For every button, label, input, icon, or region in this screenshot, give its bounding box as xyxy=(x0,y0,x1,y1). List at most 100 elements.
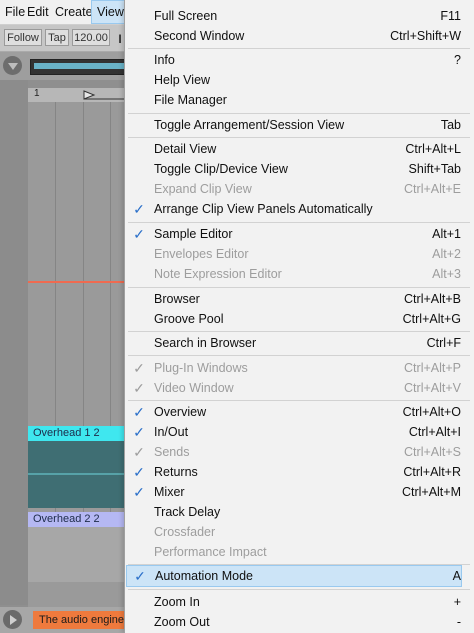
menu-item-zoom-in[interactable]: Zoom In + xyxy=(126,592,461,612)
waveform-icon xyxy=(28,473,126,475)
menu-item-shortcut: Ctrl+Alt+V xyxy=(404,381,461,395)
menu-item-shortcut: Ctrl+Alt+I xyxy=(408,425,461,439)
menu-item-label: Crossfader xyxy=(154,525,216,539)
menu-item-label: Overview xyxy=(154,405,207,419)
checkmark-icon: ✓ xyxy=(133,360,145,376)
checkmark-icon: ✓ xyxy=(133,424,145,440)
clip-waveform-overhead-1[interactable] xyxy=(28,441,126,508)
menu-item-label: Browser xyxy=(154,292,200,306)
menu-item-label: Detail View xyxy=(154,142,217,156)
menu-separator xyxy=(128,400,470,401)
menu-item-sample-editor[interactable]: ✓ Sample Editor Alt+1 xyxy=(126,224,461,244)
menu-item-shortcut: Ctrl+Alt+R xyxy=(403,465,461,479)
menu-separator xyxy=(128,48,470,49)
menu-item-expand-clip-view: Expand Clip View Ctrl+Alt+E xyxy=(126,179,461,199)
play-triangle-icon xyxy=(10,615,17,625)
menu-item-label: Note Expression Editor xyxy=(154,267,282,281)
checkmark-icon: ✓ xyxy=(133,226,145,242)
menu-item-toggle-clip-device[interactable]: Toggle Clip/Device View Shift+Tab xyxy=(126,159,461,179)
menu-item-sends: ✓ Sends Ctrl+Alt+S xyxy=(126,442,461,462)
menu-item-label: Returns xyxy=(154,465,198,479)
menu-separator xyxy=(128,113,470,114)
menu-item-automation-mode[interactable]: ✓ Automation Mode A xyxy=(126,565,462,587)
menu-item-label: Search in Browser xyxy=(154,336,257,350)
menu-item-label: Video Window xyxy=(154,381,234,395)
menu-item-toggle-arrangement-session[interactable]: Toggle Arrangement/Session View Tab xyxy=(126,115,461,135)
menu-item-shortcut: Ctrl+Alt+S xyxy=(404,445,461,459)
menu-item-label: In/Out xyxy=(154,425,189,439)
menu-item-label: Zoom Out xyxy=(154,615,210,629)
menu-separator xyxy=(128,287,470,288)
menu-item-performance-impact: Performance Impact xyxy=(126,542,461,562)
menu-item-shortcut: Ctrl+Alt+B xyxy=(404,292,461,306)
checkmark-icon: ✓ xyxy=(133,484,145,500)
menu-item-label: Help View xyxy=(154,73,211,87)
menu-item-in-out[interactable]: ✓ In/Out Ctrl+Alt+I xyxy=(126,422,461,442)
menu-item-shortcut: Ctrl+Alt+L xyxy=(405,142,461,156)
menu-item-plugin-windows: ✓ Plug-In Windows Ctrl+Alt+P xyxy=(126,358,461,378)
menu-item-search-in-browser[interactable]: Search in Browser Ctrl+F xyxy=(126,333,461,353)
menu-item-shortcut: Tab xyxy=(440,118,461,132)
menu-item-label: Sample Editor xyxy=(154,227,233,241)
menu-item-shortcut: - xyxy=(456,615,461,629)
menu-item-shortcut: Ctrl+F xyxy=(426,336,461,350)
menu-item-video-window: ✓ Video Window Ctrl+Alt+V xyxy=(126,378,461,398)
menu-item-label: Arrange Clip View Panels Automatically xyxy=(154,202,373,216)
menu-item-full-screen[interactable]: Full Screen F11 xyxy=(126,6,461,26)
menu-item-shortcut: A xyxy=(452,569,461,583)
menu-item-shortcut: Ctrl+Alt+E xyxy=(404,182,461,196)
beat-ruler[interactable]: 1 xyxy=(28,88,128,102)
menu-separator xyxy=(128,331,470,332)
menu-item-shortcut: Alt+1 xyxy=(432,227,461,241)
tap-tempo-button[interactable]: Tap xyxy=(45,29,69,46)
menu-separator xyxy=(128,355,470,356)
menu-item-second-window[interactable]: Second Window Ctrl+Shift+W xyxy=(126,26,461,46)
menu-item-label: Expand Clip View xyxy=(154,182,252,196)
menu-item-shortcut: Ctrl+Alt+O xyxy=(402,405,461,419)
menu-item-file-manager[interactable]: File Manager xyxy=(126,90,461,110)
menu-item-shortcut: Ctrl+Shift+W xyxy=(390,29,461,43)
menu-item-shortcut: Alt+3 xyxy=(432,267,461,281)
menu-separator xyxy=(128,564,470,565)
menu-item-groove-pool[interactable]: Groove Pool Ctrl+Alt+G xyxy=(126,309,461,329)
checkmark-icon: ✓ xyxy=(133,404,145,420)
menu-item-label: Zoom In xyxy=(154,595,200,609)
menu-item-info[interactable]: Info ? xyxy=(126,50,461,70)
menu-item-label: Groove Pool xyxy=(154,312,224,326)
menu-item-label: Plug-In Windows xyxy=(154,361,248,375)
menu-item-label: Mixer xyxy=(154,485,185,499)
menu-item-mixer[interactable]: ✓ Mixer Ctrl+Alt+M xyxy=(126,482,461,502)
menu-item-label: Second Window xyxy=(154,29,245,43)
checkmark-icon: ✓ xyxy=(133,380,145,396)
menu-item-returns[interactable]: ✓ Returns Ctrl+Alt+R xyxy=(126,462,461,482)
menu-item-shortcut: Ctrl+Alt+P xyxy=(404,361,461,375)
menu-item-shortcut: + xyxy=(453,595,461,609)
menu-item-shortcut: Ctrl+Alt+G xyxy=(402,312,461,326)
menu-item-label: Toggle Clip/Device View xyxy=(154,162,288,176)
overview-region[interactable] xyxy=(30,59,132,75)
menu-item-help-view[interactable]: Help View xyxy=(126,70,461,90)
menu-item-arrange-panels[interactable]: ✓ Arrange Clip View Panels Automatically xyxy=(126,199,461,219)
clip-header-overhead-1[interactable]: Overhead 1 2 xyxy=(28,426,126,441)
automation-line xyxy=(28,281,126,283)
clip-area-overhead-2[interactable] xyxy=(28,527,126,582)
follow-button[interactable]: Follow xyxy=(4,29,42,46)
menu-item-label: Performance Impact xyxy=(154,545,267,559)
menu-item-overview[interactable]: ✓ Overview Ctrl+Alt+O xyxy=(126,402,461,422)
loop-brace-icon xyxy=(83,90,126,100)
menu-item-shortcut: Shift+Tab xyxy=(408,162,461,176)
menu-item-zoom-out[interactable]: Zoom Out - xyxy=(126,612,461,632)
menu-edit[interactable]: Edit xyxy=(22,0,54,24)
menu-item-envelopes-editor: Envelopes Editor Alt+2 xyxy=(126,244,461,264)
tempo-field[interactable]: 120.00 xyxy=(72,29,110,46)
menu-separator xyxy=(128,137,470,138)
menu-item-track-delay[interactable]: Track Delay xyxy=(126,502,461,522)
menu-item-browser[interactable]: Browser Ctrl+Alt+B xyxy=(126,289,461,309)
checkmark-icon: ✓ xyxy=(133,444,145,460)
menu-item-detail-view[interactable]: Detail View Ctrl+Alt+L xyxy=(126,139,461,159)
clip-header-overhead-2[interactable]: Overhead 2 2 xyxy=(28,512,126,527)
menu-item-label: Track Delay xyxy=(154,505,221,519)
view-menu: Full Screen F11 Second Window Ctrl+Shift… xyxy=(124,0,474,633)
left-column xyxy=(0,80,28,605)
menu-item-shortcut: Ctrl+Alt+M xyxy=(401,485,461,499)
